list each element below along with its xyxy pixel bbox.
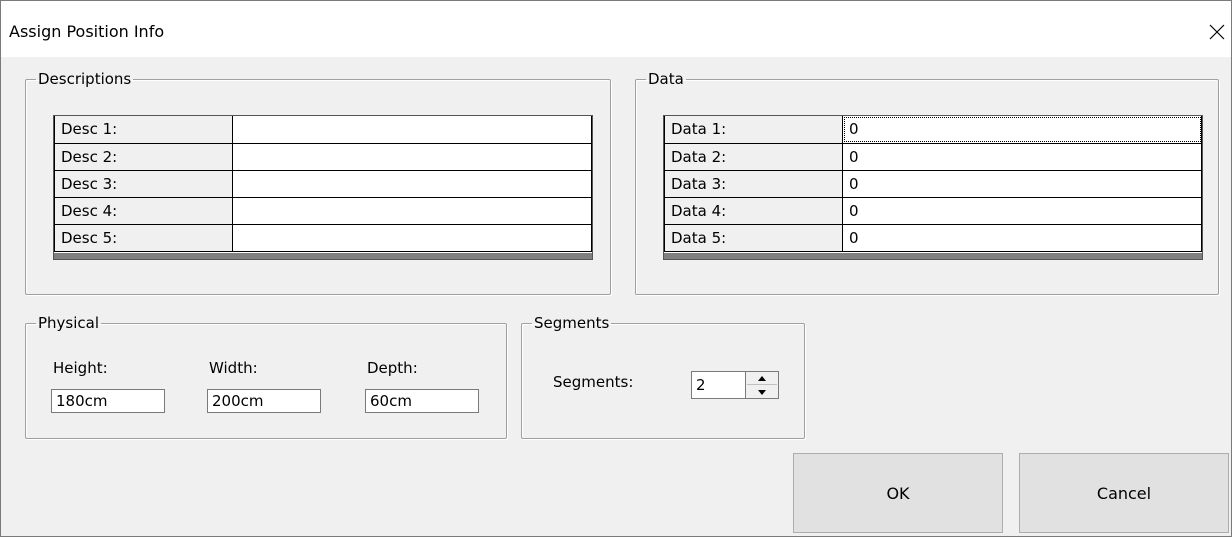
desc-3-label: Desc 3: [54,170,233,198]
desc-1-cell[interactable] [232,116,592,144]
desc-1-label: Desc 1: [54,116,233,144]
physical-legend: Physical [38,314,100,332]
physical-group: Physical [25,315,507,439]
data-legend: Data [648,70,684,88]
width-input[interactable]: 200cm [207,389,321,413]
desc-2-label: Desc 2: [54,143,233,171]
data-1-label: Data 1: [664,116,843,144]
desc-4-label: Desc 4: [54,197,233,225]
window-title: Assign Position Info [9,22,165,41]
data-4-cell[interactable]: 0 [842,197,1202,225]
spin-down-icon [758,389,766,395]
segments-legend: Segments [534,314,610,332]
desc-5-cell[interactable] [232,224,592,252]
title-bar: Assign Position Info [1,1,1231,57]
grid-footer-bar [54,251,592,259]
segments-label: Segments: [553,373,634,391]
table-row: Desc 5: [54,224,592,252]
close-button[interactable] [1203,15,1231,49]
data-3-cell[interactable]: 0 [842,170,1202,198]
spin-down-button[interactable] [747,386,777,398]
data-4-label: Data 4: [664,197,843,225]
cancel-button[interactable]: Cancel [1019,453,1229,533]
desc-2-cell[interactable] [232,143,592,171]
width-label: Width: [209,359,258,377]
desc-4-cell[interactable] [232,197,592,225]
table-row: Data 3: 0 [664,170,1202,198]
desc-3-cell[interactable] [232,170,592,198]
ok-button[interactable]: OK [793,453,1003,533]
table-row: Data 1: 0 [664,116,1202,144]
segments-input[interactable]: 2 [691,371,745,399]
desc-5-label: Desc 5: [54,224,233,252]
descriptions-legend: Descriptions [38,70,132,88]
dialog-window: Assign Position Info Descriptions Desc 1… [0,0,1232,537]
table-row: Data 5: 0 [664,224,1202,252]
table-row: Desc 3: [54,170,592,198]
table-row: Desc 2: [54,143,592,171]
table-row: Desc 4: [54,197,592,225]
data-5-label: Data 5: [664,224,843,252]
depth-input[interactable]: 60cm [365,389,479,413]
segments-spinner[interactable] [745,371,779,399]
data-2-label: Data 2: [664,143,843,171]
data-2-cell[interactable]: 0 [842,143,1202,171]
data-1-cell[interactable]: 0 [842,116,1202,144]
grid-footer-bar [664,251,1202,259]
height-label: Height: [53,359,108,377]
spin-up-button[interactable] [747,372,777,385]
table-row: Data 4: 0 [664,197,1202,225]
data-5-cell[interactable]: 0 [842,224,1202,252]
depth-label: Depth: [367,359,418,377]
table-row: Data 2: 0 [664,143,1202,171]
data-grid[interactable]: Data 1: 0 Data 2: 0 Data 3: 0 Data 4: 0 … [663,115,1203,260]
close-icon [1209,24,1225,40]
spin-up-icon [758,375,766,381]
data-3-label: Data 3: [664,170,843,198]
height-input[interactable]: 180cm [51,389,165,413]
table-row: Desc 1: [54,116,592,144]
descriptions-grid[interactable]: Desc 1: Desc 2: Desc 3: Desc 4: Desc 5: [53,115,593,260]
